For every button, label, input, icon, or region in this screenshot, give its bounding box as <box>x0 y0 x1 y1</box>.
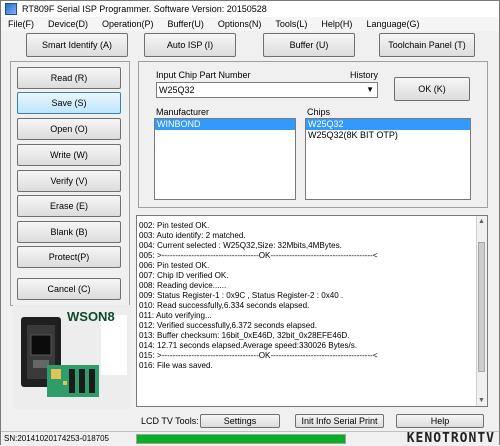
menu-bar: File(F) Device(D) Operation(P) Buffer(U)… <box>1 17 499 31</box>
chips-label: Chips <box>307 107 331 117</box>
log-output[interactable]: 002: Pin tested OK. 003: Auto identify: … <box>136 215 488 407</box>
scroll-up-icon[interactable]: ▲ <box>478 218 485 225</box>
list-item[interactable]: W25Q32(8K BIT OTP) <box>306 130 470 141</box>
history-label: History <box>350 70 379 80</box>
erase-button[interactable]: Erase (E) <box>17 195 121 217</box>
log-line: 002: Pin tested OK. <box>139 221 210 230</box>
chip-part-number-label: Input Chip Part Number <box>156 70 251 80</box>
progress-bar <box>136 434 346 444</box>
log-line: 004: Current selected : W25Q32,Size: 32M… <box>139 241 342 250</box>
wson8-label: WSON8 <box>67 309 115 324</box>
log-line: 010: Read successfully,6.334 seconds ela… <box>139 301 310 310</box>
scroll-down-icon[interactable]: ▼ <box>478 397 485 404</box>
menu-file[interactable]: File(F) <box>1 19 41 29</box>
ok-button[interactable]: OK (K) <box>394 77 470 101</box>
lcd-tools-label: LCD TV Tools: <box>141 416 199 426</box>
settings-button[interactable]: Settings <box>200 414 280 428</box>
blank-button[interactable]: Blank (B) <box>17 221 121 243</box>
log-line: 015: >----------------------------------… <box>139 351 378 360</box>
title-bar: RT809F Serial ISP Programmer. Software V… <box>1 1 499 17</box>
menu-help[interactable]: Help(H) <box>314 19 359 29</box>
buffer-button[interactable]: Buffer (U) <box>263 33 355 57</box>
verify-button[interactable]: Verify (V) <box>17 170 121 192</box>
write-button[interactable]: Write (W) <box>17 144 121 166</box>
log-line: 006: Pin tested OK. <box>139 261 210 270</box>
save-button[interactable]: Save (S) <box>17 92 121 114</box>
menu-tools[interactable]: Tools(L) <box>268 19 314 29</box>
list-item[interactable]: W25Q32 <box>306 119 470 130</box>
menu-buffer[interactable]: Buffer(U) <box>161 19 211 29</box>
log-line: 009: Status Register-1 : 0x9C , Status R… <box>139 291 344 300</box>
app-icon <box>5 3 17 15</box>
manufacturer-label: Manufacturer <box>156 107 210 117</box>
menu-language[interactable]: Language(G) <box>359 19 426 29</box>
log-line: 011: Auto verifying... <box>139 311 212 320</box>
log-line: 008: Reading device...... <box>139 281 227 290</box>
chevron-down-icon[interactable]: ▼ <box>366 83 374 97</box>
log-scrollbar[interactable]: ▲ ▼ <box>476 216 487 406</box>
chip-adapter-image: WSON8 <box>13 305 131 409</box>
main-window: RT809F Serial ISP Programmer. Software V… <box>0 0 500 446</box>
protect-button[interactable]: Protect(P) <box>17 246 121 268</box>
open-button[interactable]: Open (O) <box>17 118 121 140</box>
menu-operation[interactable]: Operation(P) <box>95 19 161 29</box>
log-line: 016: File was saved. <box>139 361 213 370</box>
smart-identify-button[interactable]: Smart Identify (A) <box>26 33 128 57</box>
watermark: KENOTRONTV <box>406 431 495 446</box>
scrollbar-thumb[interactable] <box>478 242 485 372</box>
cancel-button[interactable]: Cancel (C) <box>17 278 121 300</box>
status-bar: SN:20141020174253-018705 KENOTRONTV <box>1 431 499 446</box>
menu-options[interactable]: Options(N) <box>211 19 269 29</box>
list-item[interactable]: WINBOND <box>155 119 295 130</box>
toolchain-panel-button[interactable]: Toolchain Panel (T) <box>379 33 475 57</box>
read-button[interactable]: Read (R) <box>17 67 121 89</box>
manufacturer-list[interactable]: WINBOND <box>154 118 296 200</box>
log-lines: 002: Pin tested OK. 003: Auto identify: … <box>139 221 378 371</box>
chips-list[interactable]: W25Q32 W25Q32(8K BIT OTP) <box>305 118 471 200</box>
window-title: RT809F Serial ISP Programmer. Software V… <box>22 4 267 14</box>
log-line: 005: >----------------------------------… <box>139 251 378 260</box>
help-button[interactable]: Help <box>396 414 484 428</box>
progress-fill <box>137 435 345 443</box>
chip-part-number-combo[interactable]: W25Q32 ▼ <box>156 82 378 98</box>
menu-device[interactable]: Device(D) <box>41 19 95 29</box>
init-info-serial-print-button[interactable]: Init Info Serial Print <box>295 414 384 428</box>
serial-number: SN:20141020174253-018705 <box>4 434 109 443</box>
auto-isp-button[interactable]: Auto ISP (I) <box>144 33 236 57</box>
log-line: 007: Chip ID verified OK. <box>139 271 229 280</box>
chip-part-number-value: W25Q32 <box>159 85 195 95</box>
log-line: 014: 12.71 seconds elapsed.Average speed… <box>139 341 358 350</box>
log-line: 013: Buffer checksum: 16bit_0xE46D, 32bi… <box>139 331 350 340</box>
log-line: 012: Verified successfully,6.372 seconds… <box>139 321 318 330</box>
log-line: 003: Auto identify: 2 matched. <box>139 231 246 240</box>
